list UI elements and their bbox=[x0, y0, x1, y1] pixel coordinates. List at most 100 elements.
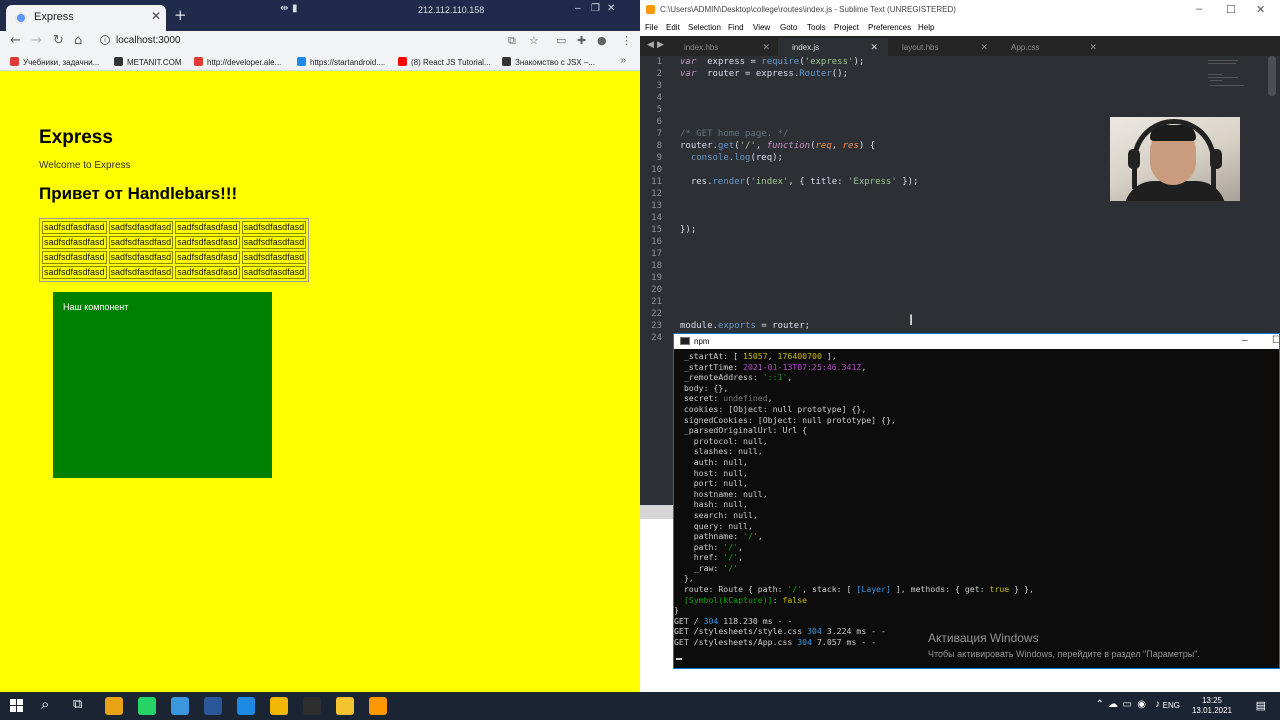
close-button[interactable]: ✕ bbox=[1256, 3, 1265, 16]
console-token: , bbox=[767, 393, 773, 404]
code-line[interactable]: var router = express.Router(); bbox=[680, 68, 848, 80]
close-icon[interactable]: ✕ bbox=[1089, 42, 1097, 53]
close-icon[interactable]: ✕ bbox=[980, 42, 988, 53]
chevron-up-icon[interactable]: ⌃ bbox=[1096, 699, 1104, 710]
console-token: signedCookies: [Object: null prototype] … bbox=[674, 414, 896, 425]
pin-icon[interactable]: ⇹ bbox=[280, 3, 288, 14]
code-line[interactable]: }); bbox=[680, 224, 696, 236]
new-tab-button[interactable]: + bbox=[174, 8, 187, 23]
close-button[interactable]: ✕ bbox=[607, 3, 615, 14]
forward-button[interactable]: → bbox=[31, 33, 42, 48]
table-cell: sadfsdfasdfasd bbox=[241, 221, 307, 234]
menu-tools[interactable]: Tools bbox=[807, 23, 826, 32]
console-token: host: null, bbox=[674, 467, 748, 478]
code-line[interactable]: res.render('index', { title: 'Express' }… bbox=[680, 176, 919, 188]
bookmark-item[interactable]: http://developer.ale... bbox=[194, 57, 281, 67]
tab-express[interactable]: Express ✕ bbox=[6, 5, 166, 31]
home-button[interactable]: ⌂ bbox=[74, 33, 82, 48]
menu-help[interactable]: Help bbox=[918, 23, 934, 32]
minimize-button[interactable]: – bbox=[575, 3, 581, 14]
line-number: 4 bbox=[656, 93, 662, 103]
bookmark-item[interactable]: Знакомство с JSX –... bbox=[502, 57, 595, 67]
battery-icon[interactable]: ▭ bbox=[1123, 699, 1132, 710]
chrome-window: Express ✕ + ⇹ ▮ 212.112.110.158 – ❐ ✕ ← … bbox=[0, 0, 640, 692]
code-line[interactable]: var express = require('express'); bbox=[680, 56, 864, 68]
menu-file[interactable]: File bbox=[645, 23, 658, 32]
minimize-button[interactable]: – bbox=[1242, 335, 1248, 346]
network-icon[interactable]: ◉ bbox=[1137, 699, 1146, 710]
console-output[interactable]: _startAt: [ 15057, 176400700 ], _startTi… bbox=[674, 351, 1279, 668]
star-icon[interactable]: ☆ bbox=[529, 34, 539, 47]
console-token: _parsedOriginalUrl: Url { bbox=[674, 425, 808, 436]
whatsapp-app-icon[interactable] bbox=[138, 697, 156, 715]
back-button[interactable]: ← bbox=[10, 33, 21, 48]
maximize-button[interactable]: ☐ bbox=[1272, 335, 1279, 346]
watermark-title: Активация Windows bbox=[928, 631, 1039, 645]
search-icon[interactable]: ⌕ bbox=[41, 695, 49, 713]
photos-app-icon[interactable] bbox=[237, 697, 255, 715]
bookmark-item[interactable]: METANIT.COM bbox=[114, 57, 182, 67]
tab-app-css[interactable]: App.css ✕ bbox=[997, 38, 1107, 56]
bookmark-item[interactable]: https://startandroid.... bbox=[297, 57, 385, 67]
menu-selection[interactable]: Selection bbox=[688, 23, 721, 32]
url-text[interactable]: localhost:3000 bbox=[116, 35, 181, 46]
menu-icon[interactable]: ⋮ bbox=[621, 34, 632, 47]
volume-icon[interactable]: ♪ bbox=[1155, 699, 1160, 710]
bookmark-item[interactable]: (8) React JS Tutorial... bbox=[398, 57, 491, 67]
bookmarks-more-button[interactable]: » bbox=[620, 55, 626, 66]
extension-icon[interactable]: ▭ bbox=[556, 34, 566, 47]
menu-find[interactable]: Find bbox=[728, 23, 744, 32]
terminal-app-icon[interactable] bbox=[303, 697, 321, 715]
windows-start-icon[interactable] bbox=[10, 699, 24, 713]
puzzle-icon[interactable]: ✚ bbox=[577, 34, 586, 47]
language-indicator[interactable]: ENG bbox=[1163, 701, 1180, 710]
explorer-app-icon[interactable] bbox=[336, 697, 354, 715]
minimize-button[interactable]: – bbox=[1196, 3, 1202, 15]
cloud-icon[interactable]: ☁ bbox=[1108, 699, 1118, 710]
close-icon[interactable]: ✕ bbox=[151, 9, 161, 23]
console-icon bbox=[680, 337, 690, 345]
tab-layout-hbs[interactable]: layout.hbs ✕ bbox=[888, 38, 998, 56]
scrollbar[interactable] bbox=[1268, 56, 1276, 96]
bookmark-item[interactable]: Учебники, задачни... bbox=[10, 57, 99, 67]
sublime-app-icon[interactable] bbox=[369, 697, 387, 715]
tab-index-js[interactable]: index.js ✕ bbox=[778, 38, 888, 56]
tab-scroll-left-icon[interactable]: ◀ bbox=[647, 40, 654, 50]
maximize-button[interactable]: ☐ bbox=[1226, 3, 1236, 16]
word-app-icon[interactable] bbox=[204, 697, 222, 715]
notification-icon[interactable]: ▤ bbox=[1256, 699, 1266, 712]
code-line[interactable]: module.exports = router; bbox=[680, 320, 810, 332]
clock[interactable]: 13:25 13.01.2021 bbox=[1192, 696, 1232, 716]
avatar[interactable]: ● bbox=[597, 34, 607, 47]
code-editor[interactable]: 1 var express = require('express'); 2 var r… bbox=[640, 56, 1260, 346]
code-line[interactable]: router.get('/', function(req, res) { bbox=[680, 140, 875, 152]
menu-preferences[interactable]: Preferences bbox=[868, 23, 911, 32]
tab-index-hbs[interactable]: index.hbs ✕ bbox=[670, 38, 780, 56]
menu-view[interactable]: View bbox=[753, 23, 770, 32]
console-line: protocol: null, bbox=[674, 436, 1279, 447]
reload-button[interactable]: ↻ bbox=[53, 33, 64, 48]
menu-edit[interactable]: Edit bbox=[666, 23, 680, 32]
console-token: cookies: [Object: null prototype] {}, bbox=[674, 403, 867, 414]
code-token: render bbox=[712, 177, 746, 187]
address-bar[interactable]: i localhost:3000 bbox=[96, 32, 551, 51]
chrome-app-icon[interactable] bbox=[270, 697, 288, 715]
clock-time: 13:25 bbox=[1201, 696, 1222, 705]
close-icon[interactable]: ✕ bbox=[762, 42, 770, 53]
info-icon[interactable]: i bbox=[100, 35, 110, 45]
minimap[interactable] bbox=[1208, 58, 1258, 94]
task-view-icon[interactable]: ⧉ bbox=[73, 697, 82, 712]
tab-scroll-right-icon[interactable]: ▶ bbox=[657, 40, 664, 50]
paint-app-icon[interactable] bbox=[105, 697, 123, 715]
restore-button[interactable]: ❐ bbox=[591, 3, 600, 14]
menu-project[interactable]: Project bbox=[834, 23, 859, 32]
code-line[interactable]: /* GET home page. */ bbox=[680, 128, 788, 140]
menu-goto[interactable]: Goto bbox=[780, 23, 797, 32]
edge-app-icon[interactable] bbox=[171, 697, 189, 715]
sublime-titlebar: C:\Users\ADMIN\Desktop\college\routes\in… bbox=[640, 0, 1280, 20]
code-line[interactable]: console.log(req); bbox=[680, 152, 783, 164]
open-tab-icon[interactable]: ⧉ bbox=[508, 34, 516, 48]
system-tray: ⌃ ☁ ▭ ◉ ♪ ENG 13:25 13.01.2021 ▤ bbox=[1090, 692, 1280, 720]
console-token: query: null, bbox=[674, 520, 753, 531]
close-icon[interactable]: ✕ bbox=[870, 42, 878, 53]
